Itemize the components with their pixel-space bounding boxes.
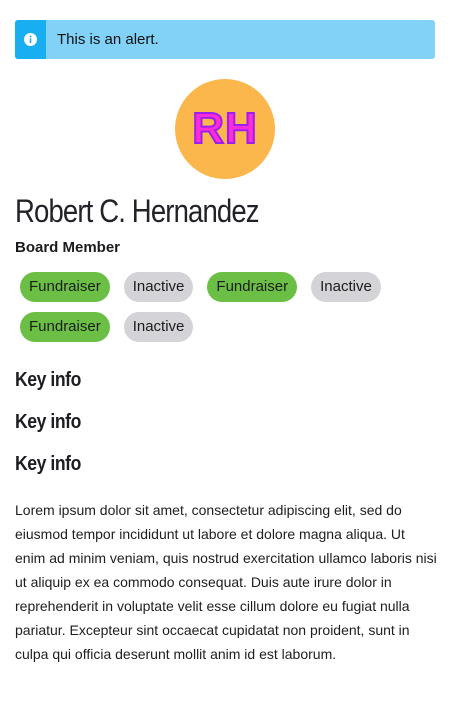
alert-banner: This is an alert. [15, 20, 435, 59]
section-heading-key-info: Key info [15, 453, 81, 475]
tag-inactive[interactable]: Inactive [123, 272, 194, 302]
avatar-initials: RH [191, 104, 258, 153]
section-heading-key-info: Key info [15, 369, 81, 391]
tag-fundraiser[interactable]: Fundraiser [20, 312, 110, 342]
profile-name: Robert C. Hernandez [15, 193, 260, 229]
tag-inactive[interactable]: Inactive [123, 312, 194, 342]
profile-role: Board Member [15, 239, 121, 256]
section-heading-key-info: Key info [15, 411, 81, 433]
avatar: RH [175, 79, 275, 179]
alert-text: This is an alert. [57, 31, 159, 48]
info-icon [24, 33, 37, 46]
tag-inactive[interactable]: Inactive [311, 272, 381, 302]
tag-row: Fundraiser Inactive Fundraiser Inactive [20, 272, 435, 302]
tag-fundraiser[interactable]: Fundraiser [207, 272, 298, 302]
tag-fundraiser[interactable]: Fundraiser [20, 272, 110, 302]
alert-icon-box [15, 20, 46, 59]
tag-row: Fundraiser Inactive [20, 312, 435, 342]
body-paragraph: Lorem ipsum dolor sit amet, consectetur … [15, 502, 437, 662]
tag-list: Fundraiser Inactive Fundraiser Inactive … [20, 272, 435, 352]
